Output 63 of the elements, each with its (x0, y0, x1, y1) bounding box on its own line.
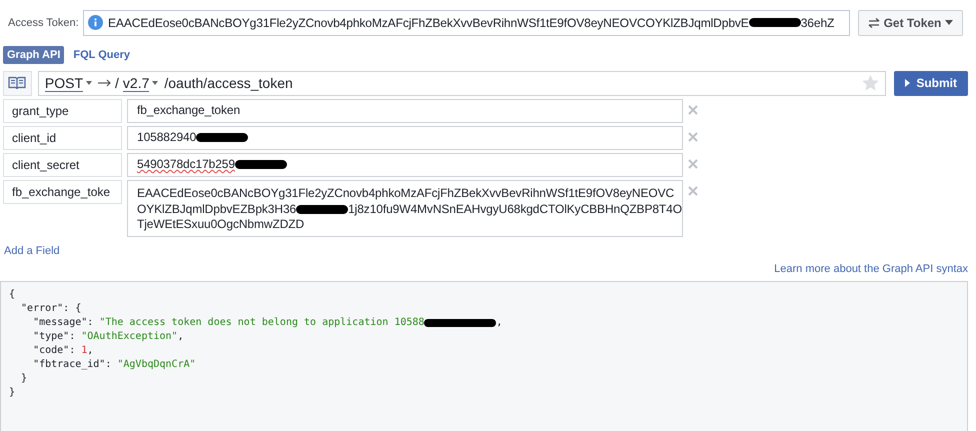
path-text: /oauth/access_token (164, 75, 294, 91)
tab[interactable]: FQL Query (69, 46, 134, 64)
param-value-field[interactable]: 5490378dc17b259 (127, 153, 683, 176)
method-dropdown[interactable]: POST (44, 74, 84, 92)
param-value-field[interactable]: fb_exchange_token (127, 99, 683, 122)
access-token-field[interactable]: EAACEdEose0cBANcBOYg31Fle2yZCnovb4phkoMzAFcjFhZBekXvvBevRihnWSf1tE9fOV8eyNEOVCOYKlZBJqmlDpbvE 36ehZ (83, 10, 850, 36)
code-text: } (9, 386, 16, 400)
param-name-field[interactable]: client_id (3, 126, 122, 150)
close-icon[interactable] (688, 105, 698, 115)
code-text: "OAuthException" (81, 330, 178, 344)
param-name-field[interactable]: grant_type (3, 99, 122, 123)
param-value-text: fb_exchange_token (137, 103, 240, 118)
get-token-button[interactable]: Get Token (858, 10, 963, 36)
param-value-text: OYKlZBJqmlDpbvEZBpk3H36 (137, 202, 296, 217)
tab[interactable]: Graph API (3, 46, 64, 64)
code-text: "message": (32, 316, 94, 330)
param-value-text: 5490378dc17b259 (137, 157, 235, 172)
redaction-mark (296, 204, 348, 214)
close-icon[interactable] (688, 186, 698, 196)
learn-more-link[interactable]: Learn more about the Graph API syntax (774, 262, 968, 274)
caret-icon (152, 81, 158, 85)
code-text: , (178, 330, 184, 344)
submit-button[interactable]: Submit (894, 70, 968, 96)
arrow-icon (98, 79, 112, 87)
code-text: "code": (32, 344, 76, 358)
param-value-text: EAACEdEose0cBANcBOYg31Fle2yZCnovb4phkoMzAFcjFhZBekXvvBevRihnWSf1tE9fOV8eyNEOVC (137, 186, 674, 202)
code-text: } (20, 372, 28, 386)
param-value-text: 1j8z10fu9W4MvNSnEAHvgyU68kgdCTOlKyCBBHnQZBP8T4O (348, 202, 682, 217)
code-text: , (496, 316, 502, 330)
code-text: "fbtrace_id": (32, 358, 112, 372)
param-value-field[interactable]: EAACEdEose0cBANcBOYg31Fle2yZCnovb4phkoMzAFcjFhZBekXvvBevRihnWSf1tE9fOV8eyNEOVC OYKlZBJqmlDpbvEZBpk3H36 1j8z10fu9W4MvNSnEAHvgyU68kgdCTOlKyCBBHnQZBP8T4O TjeWEtESxuu0OgcNbmwZDZD (127, 180, 683, 236)
docs-button[interactable] (3, 70, 32, 96)
code-text: "AgVbqDqnCrA" (117, 358, 196, 372)
code-text: 1 (81, 344, 88, 358)
caret-icon (86, 81, 92, 85)
add-field-link[interactable]: Add a Field (0, 236, 976, 256)
param-name-field[interactable]: fb_exchange_toke (3, 180, 122, 204)
code-text: "The access token does not belong to application 10588 (99, 316, 424, 330)
swap-icon (868, 18, 880, 28)
token-text: EAACEdEose0cBANcBOYg31Fle2yZCnovb4phkoMzAFcjFhZBekXvvBevRihnWSf1tE9fOV8eyNEOVCOYKlZBJqmlDpbvE (108, 16, 749, 30)
access-token-label: Access Token: (8, 16, 80, 28)
close-icon[interactable] (688, 132, 698, 142)
param-value-field[interactable]: 105882940 (127, 126, 683, 150)
code-text: "error": { (20, 302, 82, 316)
param-value-text: TjeWEtESxuu0OgcNbmwZDZD (137, 217, 304, 232)
param-name-field[interactable]: client_secret (3, 153, 122, 177)
play-icon (905, 79, 910, 87)
redaction-mark (196, 133, 248, 142)
path-separator: / (115, 75, 119, 91)
redaction-mark (748, 18, 801, 27)
caret-icon (945, 20, 954, 25)
token-text: 36ehZ (800, 16, 834, 30)
version-dropdown[interactable]: v2.7 (122, 74, 150, 92)
param-value-text: 105882940 (137, 130, 196, 146)
close-icon[interactable] (688, 159, 698, 169)
code-text: , (87, 344, 94, 358)
path-field[interactable]: POST / v2.7 /oauth/access_token (38, 70, 886, 96)
redaction-mark (234, 160, 287, 170)
code-text: { (9, 288, 16, 302)
star-icon[interactable] (862, 75, 880, 91)
book-icon (8, 76, 26, 90)
code-text: "type": (32, 330, 76, 344)
info-icon (88, 15, 103, 30)
